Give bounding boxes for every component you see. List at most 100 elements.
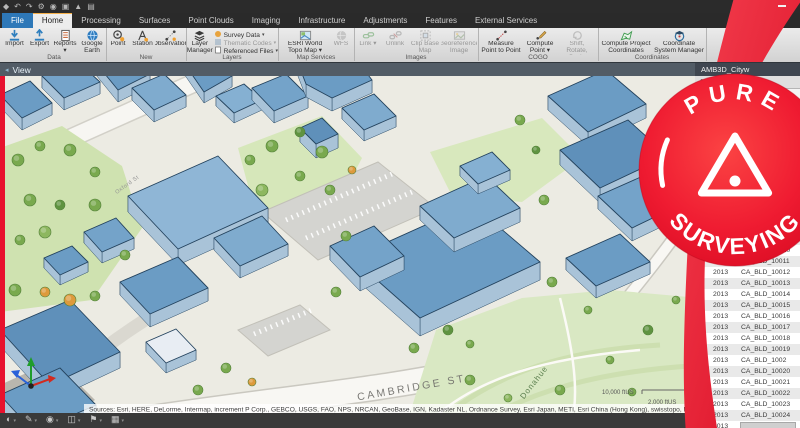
layer-manager-button[interactable]: Layer Manager xyxy=(186,29,214,55)
table-row[interactable]: 2013CA_BLD_10018 xyxy=(695,333,800,344)
coordinate-system-manager-button[interactable]: Coordinate System Manager xyxy=(653,29,705,55)
survey-data-button[interactable]: Survey Data▾ xyxy=(214,31,278,39)
table-row[interactable]: 2013CA_BLD_10021 xyxy=(695,377,800,388)
cell-year: 2013 xyxy=(713,401,739,408)
table-row[interactable]: 2013CA_BLD_10016 xyxy=(695,311,800,322)
application-window: ◆↶↷⚙◉▣▲▤ Dresden Infomatika - KGG - Leic… xyxy=(0,0,800,428)
group-label: New xyxy=(106,54,186,61)
tab-external-services[interactable]: External Services xyxy=(466,13,546,28)
snapshot-icon[interactable]: ◉▾ xyxy=(46,412,58,428)
thematic-icon xyxy=(214,38,222,48)
clip-icon xyxy=(419,29,432,41)
cell-building-id: CA_BLD_10013 xyxy=(741,280,790,287)
compute-point-button[interactable]: Compute Point ▾ xyxy=(522,29,558,55)
unlink-icon xyxy=(389,29,402,41)
box-mode-icon[interactable]: ◫▾ xyxy=(67,412,80,428)
cell-building-id: CA_BLD_1002 xyxy=(741,357,786,364)
tab-imaging[interactable]: Imaging xyxy=(243,13,289,28)
station-icon xyxy=(136,29,149,41)
clip-base-map-button[interactable]: Clip Base Map xyxy=(409,29,441,55)
cell-building-id: CA_BLD_10017 xyxy=(741,324,790,331)
app-icon[interactable]: ◆ xyxy=(3,1,9,12)
station-button[interactable]: Station xyxy=(130,29,155,48)
map-bottom-toolbar: ◐▾ ✎▾ ◉▾ ◫▾ ⚑▾ ▦▾ xyxy=(0,413,688,428)
google-earth-button[interactable]: Google Earth xyxy=(78,29,106,55)
ribbon-group-coordinates: Compute Project CoordinatesCoordinate Sy… xyxy=(598,28,707,61)
cell-building-id: CA_BLD_10016 xyxy=(741,313,790,320)
tab-home[interactable]: Home xyxy=(33,13,72,28)
stamp-dot xyxy=(730,176,741,187)
horizontal-scrollbar[interactable] xyxy=(740,422,796,428)
table-row[interactable]: 2013CA_BLD_10017 xyxy=(695,322,800,333)
export-button[interactable]: Export xyxy=(27,29,52,48)
cell-building-id: CA_BLD_10015 xyxy=(741,302,790,309)
shift-rotate-scale-button[interactable]: Shift, Rotate, Scale xyxy=(558,29,596,55)
cell-building-id: CA_BLD_10018 xyxy=(741,335,790,342)
table-row[interactable]: 2013CA_BLD_10015 xyxy=(695,300,800,311)
cell-year: 2013 xyxy=(713,291,739,298)
table-row[interactable]: 2013CA_BLD_10019 xyxy=(695,344,800,355)
tab-file[interactable]: File xyxy=(2,13,33,28)
esrimap-icon xyxy=(299,29,312,41)
ribbon: ImportExportReports ▾Google EarthDataPoi… xyxy=(0,28,800,63)
tab-processing[interactable]: Processing xyxy=(72,13,130,28)
undo-icon[interactable]: ↶ xyxy=(14,1,21,12)
ribbon-tab-bar: FileHomeProcessingSurfacesPoint CloudsIm… xyxy=(0,13,800,28)
tab-features[interactable]: Features xyxy=(416,13,466,28)
unlink-button[interactable]: Unlink xyxy=(381,29,409,48)
ribbon-group-layers: Layer ManagerSurvey Data▾Thematic Codes▾… xyxy=(186,28,279,61)
draw-icon[interactable]: ✎▾ xyxy=(25,412,37,428)
reports-button[interactable]: Reports ▾ xyxy=(52,29,78,55)
ribbon-group-cogo: Measure Point to PointCompute Point ▾Shi… xyxy=(478,28,599,61)
cell-year: 2013 xyxy=(713,379,739,386)
georeference-image-button[interactable]: Georeference Image xyxy=(441,29,477,55)
wfs-button[interactable]: WFS xyxy=(330,29,352,48)
ribbon-group-images: Link ▾UnlinkClip Base MapGeoreference Im… xyxy=(354,28,479,61)
tab-surfaces[interactable]: Surfaces xyxy=(130,13,180,28)
table-row[interactable]: 2013CA_BLD_1002 xyxy=(695,355,800,366)
table-row[interactable]: 2013CA_BLD_10023 xyxy=(695,399,800,410)
grid-icon[interactable]: ▦▾ xyxy=(111,412,124,428)
cell-year: 2013 xyxy=(713,302,739,309)
record-icon[interactable]: ◉ xyxy=(50,1,57,12)
grid-window-icon[interactable]: ▤ xyxy=(87,1,95,12)
tab-infrastructure[interactable]: Infrastructure xyxy=(289,13,354,28)
pure-surveying-stamp: PURE SURVEYING xyxy=(628,60,800,280)
observation-button[interactable]: Observation xyxy=(155,29,186,48)
table-row[interactable]: 2013CA_BLD_10014 xyxy=(695,289,800,300)
compute-project-coordinates-button[interactable]: Compute Project Coordinates xyxy=(599,29,653,55)
measure-point-to-point-button[interactable]: Measure Point to Point xyxy=(480,29,522,55)
group-label: COGO xyxy=(478,54,598,61)
cell-year: 2013 xyxy=(713,324,739,331)
group-label: Map Services xyxy=(278,54,354,61)
view-mode-icon[interactable]: ◐▾ xyxy=(6,412,16,428)
ribbon-group-new: PointStationObservation New xyxy=(106,28,187,61)
tab-adjustments[interactable]: Adjustments xyxy=(354,13,416,28)
esri-world-topo-map-button[interactable]: ESRI World Topo Map ▾ xyxy=(280,29,330,55)
minimize-button[interactable] xyxy=(778,5,786,7)
reports-icon xyxy=(59,29,72,41)
table-row[interactable]: 2013CA_BLD_10022 xyxy=(695,388,800,399)
tab-point-clouds[interactable]: Point Clouds xyxy=(179,13,242,28)
monitor-icon[interactable]: ▣ xyxy=(62,1,70,12)
view-pin-icon: ◂ xyxy=(5,66,9,74)
observation-icon xyxy=(164,29,177,41)
point-button[interactable]: Point xyxy=(106,29,130,48)
export-icon xyxy=(33,29,46,41)
cell-year: 2013 xyxy=(713,280,739,287)
redo-icon[interactable]: ↷ xyxy=(26,1,33,12)
scale-label-1: 10,000 ftUS xyxy=(602,390,634,396)
cell-building-id: CA_BLD_10020 xyxy=(741,368,790,375)
tool-icon[interactable]: ▲ xyxy=(74,1,82,12)
import-button[interactable]: Import xyxy=(2,29,27,48)
group-label: Data xyxy=(2,54,106,61)
table-row[interactable]: 2013CA_BLD_10020 xyxy=(695,366,800,377)
link-button[interactable]: Link ▾ xyxy=(355,29,381,48)
view-bar[interactable]: ◂ View xyxy=(0,62,695,76)
thematic-codes-button[interactable]: Thematic Codes▾ xyxy=(214,39,278,47)
quick-access-toolbar: ◆ ↶ ↷ ⚙ ◉ ▣ ▲ ▤ xyxy=(3,1,95,12)
flag-icon[interactable]: ⚑▾ xyxy=(89,412,102,428)
table-row[interactable]: 2013CA_BLD_10024 xyxy=(695,410,800,421)
georef-icon xyxy=(453,29,466,41)
gear-icon[interactable]: ⚙ xyxy=(38,1,45,12)
